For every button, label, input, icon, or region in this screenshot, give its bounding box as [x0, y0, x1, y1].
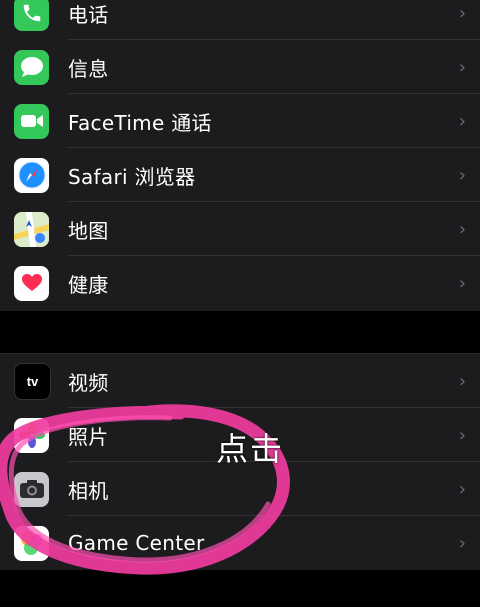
facetime-icon	[14, 103, 49, 139]
health-icon	[14, 265, 49, 301]
row-label: 相机	[68, 478, 109, 503]
chevron-right-icon: ›	[458, 218, 466, 240]
row-health[interactable]: 健康 ›	[0, 256, 480, 310]
row-camera[interactable]: 相机 ›	[0, 462, 480, 516]
settings-group-apps-1: 电话 › 信息 › FaceTime 通话 › Safari 浏览器 › 地图 …	[0, 0, 480, 311]
chevron-right-icon: ›	[458, 164, 466, 186]
bottom-background	[0, 570, 480, 607]
row-maps[interactable]: 地图 ›	[0, 202, 480, 256]
row-phone[interactable]: 电话 ›	[0, 0, 480, 40]
maps-icon	[14, 211, 49, 247]
row-facetime[interactable]: FaceTime 通话 ›	[0, 94, 480, 148]
row-messages[interactable]: 信息 ›	[0, 40, 480, 94]
chevron-right-icon: ›	[458, 478, 466, 500]
row-label: FaceTime 通话	[68, 110, 212, 135]
row-safari[interactable]: Safari 浏览器 ›	[0, 148, 480, 202]
row-label: 电话	[68, 2, 109, 27]
row-label: 信息	[68, 56, 109, 81]
chevron-right-icon: ›	[458, 424, 466, 446]
row-label: 视频	[68, 370, 109, 395]
tv-icon: tv	[14, 362, 51, 400]
photos-icon	[14, 417, 49, 453]
phone-icon	[14, 0, 49, 31]
row-label: 照片	[68, 424, 109, 449]
tv-badge: tv	[26, 373, 39, 389]
row-tv[interactable]: tv 视频 ›	[0, 354, 480, 408]
safari-icon	[14, 157, 49, 193]
chevron-right-icon: ›	[458, 532, 466, 554]
chevron-right-icon: ›	[458, 2, 466, 24]
section-gap	[0, 311, 480, 353]
row-label: Game Center	[68, 531, 205, 555]
row-label: 健康	[68, 272, 109, 297]
chevron-right-icon: ›	[458, 56, 466, 78]
messages-icon	[14, 49, 49, 85]
chevron-right-icon: ›	[458, 110, 466, 132]
row-game-center[interactable]: Game Center ›	[0, 516, 480, 570]
game-center-icon	[14, 525, 49, 561]
row-label: 地图	[68, 218, 109, 243]
chevron-right-icon: ›	[458, 370, 466, 392]
camera-icon	[14, 471, 49, 507]
click-annotation: 点击	[216, 430, 285, 468]
chevron-right-icon: ›	[458, 272, 466, 294]
row-label: Safari 浏览器	[68, 164, 196, 189]
